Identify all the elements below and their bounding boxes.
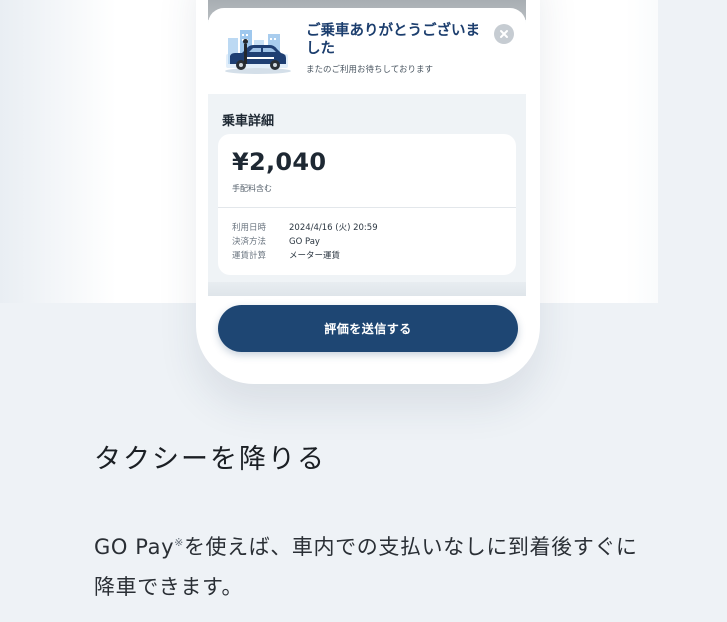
detail-label: 運賃計算 [232, 251, 267, 261]
detail-rows: 利用日時 2024/4/16 (火) 20:59 決済方法 GO Pay 運賃計… [232, 221, 378, 263]
detail-row-datetime: 利用日時 2024/4/16 (火) 20:59 [232, 221, 378, 235]
ride-detail-card: ¥2,040 手配料含む 利用日時 2024/4/16 (火) 20:59 決済… [218, 134, 516, 275]
close-button[interactable] [494, 24, 514, 44]
detail-row-fare-calc: 運賃計算 メーター運賃 [232, 249, 378, 263]
scroll-fade [208, 282, 526, 296]
detail-label: 決済方法 [232, 237, 267, 247]
submit-rating-button[interactable]: 評価を送信する [218, 305, 518, 352]
step-heading: タクシーを降りる [94, 444, 326, 475]
detail-value: メーター運賃 [289, 251, 341, 261]
footnote-mark: ※ [174, 536, 184, 549]
notice-subtitle: またのご利用お待ちしております [306, 65, 433, 75]
step-desc-prefix: GO Pay [94, 535, 175, 559]
phone-mockup: ご乗車ありがとうございました またのご利用お待ちしております 乗車詳細 ¥2,0… [196, 0, 540, 384]
close-icon [500, 30, 508, 38]
app-screen: ご乗車ありがとうございました またのご利用お待ちしております 乗車詳細 ¥2,0… [208, 0, 526, 296]
fare-amount: ¥2,040 [232, 148, 327, 176]
detail-value: 2024/4/16 (火) 20:59 [289, 223, 378, 233]
ride-detail-heading: 乗車詳細 [222, 114, 275, 129]
detail-value: GO Pay [289, 237, 320, 247]
fare-note: 手配料含む [232, 184, 272, 193]
notice-title: ご乗車ありがとうございました [306, 23, 480, 57]
taxi-city-illustration [225, 30, 291, 74]
detail-label: 利用日時 [232, 223, 267, 233]
step-description: GO Pay※を使えば、車内での支払いなしに到着後すぐに降車できます。 [94, 527, 654, 607]
card-divider [218, 207, 516, 208]
detail-row-payment: 決済方法 GO Pay [232, 235, 378, 249]
ride-complete-notice: ご乗車ありがとうございました またのご利用お待ちしております [208, 8, 526, 94]
background-strip [658, 0, 727, 303]
